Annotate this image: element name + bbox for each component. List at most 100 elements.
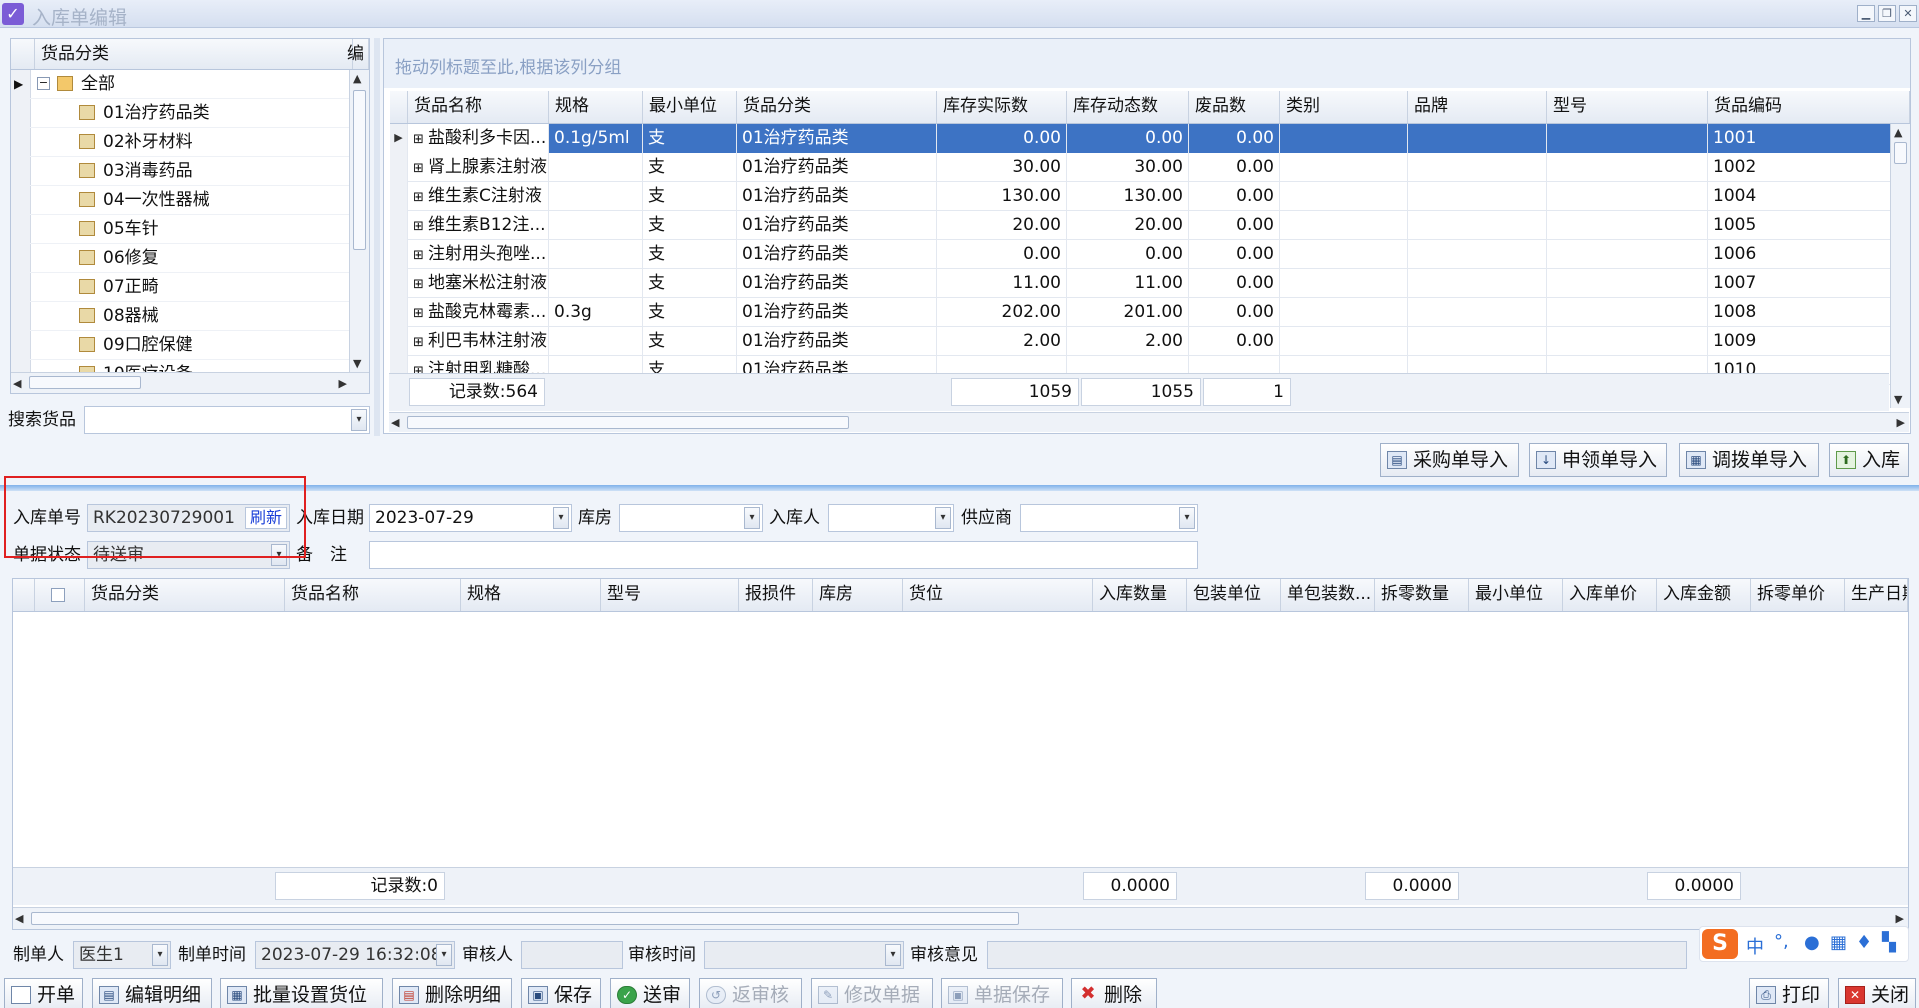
- col-header[interactable]: 入库数量: [1093, 579, 1187, 611]
- goods-cell[interactable]: 20.00: [937, 211, 1067, 240]
- requisition-import-button[interactable]: ↓ 申领单导入: [1529, 443, 1667, 477]
- close-button[interactable]: ✕ 关闭: [1838, 978, 1916, 1008]
- col-header[interactable]: 类别: [1280, 91, 1408, 123]
- goods-cell[interactable]: 支: [643, 327, 737, 356]
- goods-cell[interactable]: 支: [643, 153, 737, 182]
- microphone-icon[interactable]: ●: [1804, 932, 1820, 953]
- goods-row[interactable]: ⊞ 利巴韦林注射液支 01治疗药品类 2.00 2.00 0.00 1009: [390, 327, 1890, 356]
- col-header[interactable]: 型号: [1547, 91, 1708, 123]
- modify-order-button[interactable]: ✎ 修改单据: [811, 978, 933, 1008]
- remark-input[interactable]: [369, 541, 1198, 569]
- col-header[interactable]: 拆零单价: [1751, 579, 1845, 611]
- goods-cell[interactable]: [549, 211, 643, 240]
- col-header[interactable]: 规格: [461, 579, 601, 611]
- goods-cell[interactable]: 1002: [1708, 153, 1890, 182]
- chevron-down-icon[interactable]: ▾: [1179, 507, 1195, 529]
- goods-cell[interactable]: 支: [643, 182, 737, 211]
- goods-cell[interactable]: [1408, 298, 1547, 327]
- print-button[interactable]: ⎙ 打印: [1749, 978, 1829, 1008]
- goods-cell[interactable]: 0.00: [1189, 211, 1280, 240]
- edit-detail-button[interactable]: ▤ 编辑明细: [92, 978, 212, 1008]
- goods-cell[interactable]: [1547, 182, 1708, 211]
- goods-cell[interactable]: [1408, 211, 1547, 240]
- goods-cell[interactable]: [549, 182, 643, 211]
- goods-cell[interactable]: 0.00: [1189, 124, 1280, 153]
- tree-item[interactable]: 02补牙材料: [11, 128, 349, 157]
- goods-cell[interactable]: 2.00: [1067, 327, 1189, 356]
- tree-item[interactable]: 06修复: [11, 244, 349, 273]
- select-all-checkbox[interactable]: [35, 579, 85, 611]
- goods-cell[interactable]: 支: [643, 240, 737, 269]
- scroll-left-icon[interactable]: ◀: [391, 416, 399, 429]
- expand-icon[interactable]: ⊞: [413, 190, 428, 205]
- col-header[interactable]: 入库金额: [1657, 579, 1751, 611]
- close-window-button[interactable]: ✕: [1899, 5, 1917, 22]
- receiver-select[interactable]: ▾: [828, 504, 954, 532]
- goods-cell[interactable]: [1280, 327, 1408, 356]
- tree-header-col2[interactable]: 编: [345, 39, 369, 69]
- goods-cell[interactable]: [1280, 182, 1408, 211]
- stock-in-button[interactable]: ⬆ 入库: [1829, 443, 1909, 477]
- goods-cell[interactable]: [549, 240, 643, 269]
- col-header[interactable]: 库房: [813, 579, 903, 611]
- goods-cell[interactable]: 0.00: [1189, 298, 1280, 327]
- goods-cell[interactable]: [1547, 298, 1708, 327]
- scroll-left-icon[interactable]: ◀: [15, 912, 23, 925]
- goods-cell[interactable]: [1547, 211, 1708, 240]
- goods-cell[interactable]: 支: [643, 269, 737, 298]
- goods-hscroll[interactable]: ◀ ▶: [389, 412, 1909, 432]
- goods-cell[interactable]: 0.00: [937, 240, 1067, 269]
- goods-cell[interactable]: 支: [643, 211, 737, 240]
- goods-cell[interactable]: 0.00: [1189, 182, 1280, 211]
- goods-row[interactable]: ⊞ 维生素C注射液支 01治疗药品类 130.00 130.00 0.00 1004: [390, 182, 1890, 211]
- col-header[interactable]: 品牌: [1408, 91, 1547, 123]
- restore-button[interactable]: ❐: [1878, 5, 1896, 22]
- chevron-down-icon[interactable]: ▾: [744, 507, 760, 529]
- goods-cell[interactable]: 1007: [1708, 269, 1890, 298]
- goods-vscroll[interactable]: ▲ ▼: [1890, 124, 1910, 408]
- save-button[interactable]: ▣ 保存: [521, 978, 601, 1008]
- goods-cell[interactable]: [1547, 153, 1708, 182]
- goods-cell[interactable]: 20.00: [1067, 211, 1189, 240]
- goods-cell[interactable]: ⊞ 维生素C注射液: [408, 182, 549, 211]
- detail-hscroll[interactable]: ◀ ▶: [13, 907, 1908, 929]
- goods-cell[interactable]: ⊞ 地塞米松注射液: [408, 269, 549, 298]
- goods-cell[interactable]: 0.00: [1189, 153, 1280, 182]
- goods-cell[interactable]: ⊞ 肾上腺素注射液: [408, 153, 549, 182]
- goods-cell[interactable]: ⊞ 维生素B12注...: [408, 211, 549, 240]
- goods-cell[interactable]: 130.00: [937, 182, 1067, 211]
- col-header[interactable]: 单包装数...: [1281, 579, 1375, 611]
- group-panel[interactable]: 拖动列标题至此,根据该列分组: [384, 39, 1910, 88]
- scroll-up-icon[interactable]: ▲: [353, 72, 361, 85]
- scroll-down-icon[interactable]: ▼: [1894, 393, 1902, 406]
- goods-cell[interactable]: [1408, 269, 1547, 298]
- goods-cell[interactable]: 支: [643, 298, 737, 327]
- goods-cell[interactable]: [1408, 124, 1547, 153]
- tree-item[interactable]: 09口腔保健: [11, 331, 349, 360]
- goods-cell[interactable]: ⊞ 盐酸克林霉素...: [408, 298, 549, 327]
- goods-cell[interactable]: [1547, 269, 1708, 298]
- tree-item[interactable]: 07正畸: [11, 273, 349, 302]
- warehouse-select[interactable]: ▾: [619, 504, 763, 532]
- scroll-left-icon[interactable]: ◀: [13, 377, 21, 390]
- scroll-right-icon[interactable]: ▶: [1896, 912, 1904, 925]
- goods-cell[interactable]: [1408, 327, 1547, 356]
- col-header[interactable]: 最小单位: [1469, 579, 1563, 611]
- expand-icon[interactable]: ⊞: [413, 248, 428, 263]
- tree-item[interactable]: 05车针: [11, 215, 349, 244]
- goods-cell[interactable]: 1006: [1708, 240, 1890, 269]
- goods-row[interactable]: ⊞ 注射用头孢唑... 支 01治疗药品类 0.00 0.00 0.00 1006: [390, 240, 1890, 269]
- punctuation-icon[interactable]: °,: [1774, 931, 1789, 952]
- search-input[interactable]: ▾: [84, 406, 370, 434]
- goods-cell[interactable]: ⊞ 注射用头孢唑...: [408, 240, 549, 269]
- col-header[interactable]: 规格: [549, 91, 643, 123]
- col-header[interactable]: 库存实际数: [937, 91, 1067, 123]
- delete-button[interactable]: ✖ 删除: [1071, 978, 1157, 1008]
- transfer-import-button[interactable]: ▦ 调拨单导入: [1679, 443, 1819, 477]
- save-document-button[interactable]: ▣ 单据保存: [941, 978, 1063, 1008]
- ime-toolbar[interactable]: S 中 °, ● ▦ ♦ ▚: [1699, 926, 1909, 962]
- goods-cell[interactable]: 1004: [1708, 182, 1890, 211]
- open-order-button[interactable]: 开单: [4, 978, 83, 1008]
- tree-item[interactable]: 08器械: [11, 302, 349, 331]
- goods-cell[interactable]: 0.00: [1189, 327, 1280, 356]
